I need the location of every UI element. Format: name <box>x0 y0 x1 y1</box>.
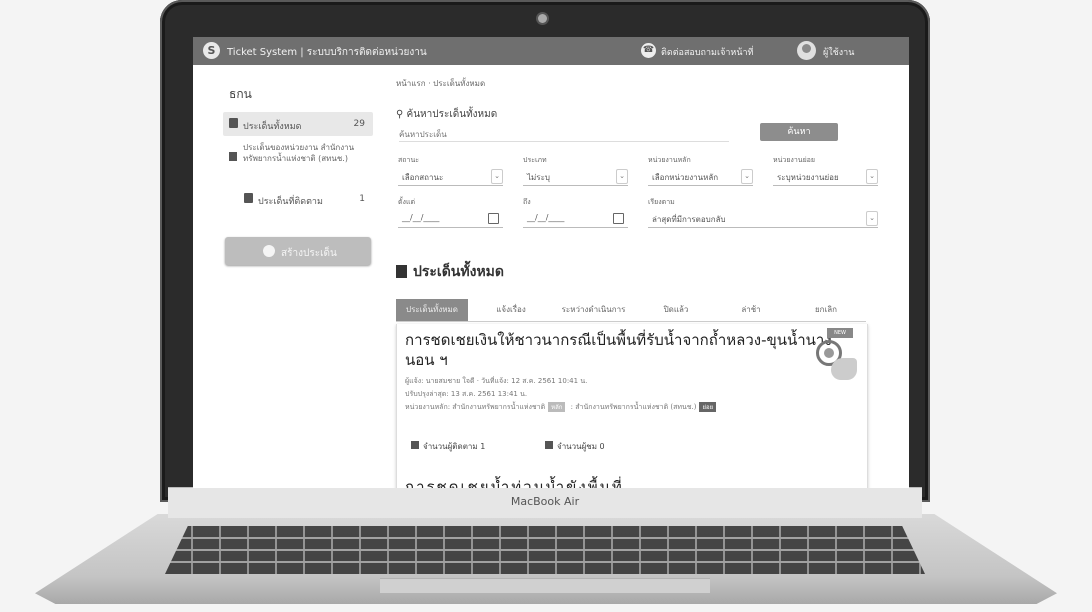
section-title-text: ประเด็นทั้งหมด <box>413 264 504 280</box>
calendar-icon[interactable] <box>488 213 499 224</box>
new-badge: NEW <box>827 328 853 338</box>
filter-type-select[interactable]: ไม่ระบุ ⌄ <box>523 167 628 186</box>
eye-icon <box>545 441 553 449</box>
followers-stat: จำนวนผู้ติดตาม 1 <box>411 440 485 453</box>
search-heading-text: ค้นหาประเด็นทั้งหมด <box>406 109 498 120</box>
calendar-icon[interactable] <box>613 213 624 224</box>
sidebar-brand: ธกน <box>229 87 252 101</box>
date-from-input[interactable]: __/__/____ <box>398 209 503 228</box>
sub-dept-tag: ย่อย <box>699 402 717 412</box>
main-dept-tag: หลัก <box>548 402 566 412</box>
document-icon <box>396 265 407 278</box>
chevron-down-icon[interactable]: ⌄ <box>491 169 503 184</box>
avatar[interactable] <box>797 41 816 60</box>
filter-main-dept-label: หน่วยงานหลัก <box>648 156 691 164</box>
date-to-input[interactable]: __/__/____ <box>523 209 628 228</box>
user-menu[interactable]: ผู้ใช้งาน <box>823 45 854 59</box>
sub-dept-text: สำนักงานทรัพยากรน้ำแห่งชาติ (สทนช.) <box>575 403 697 411</box>
sort-label: เรียงตาม <box>648 198 675 206</box>
phone-icon: ☎ <box>641 43 656 58</box>
trackpad <box>380 578 710 593</box>
new-issue-illustration-icon: NEW <box>807 328 863 384</box>
tab-in-progress[interactable]: ระหว่างดำเนินการ <box>551 299 636 321</box>
sidebar-item-label: ประเด็นทั้งหมด <box>243 122 302 132</box>
search-button[interactable]: ค้นหา <box>760 123 838 141</box>
search-input[interactable] <box>399 127 729 142</box>
count-badge: 29 <box>353 119 365 129</box>
sidebar-item-label: ประเด็นที่ติดตาม <box>258 197 323 207</box>
device-brand-label: MacBook Air <box>510 495 580 508</box>
tab-cancelled[interactable]: ยกเลิก <box>791 299 861 321</box>
main-dept-text: หน่วยงานหลัก: สำนักงานทรัพยากรน้ำแห่งชาต… <box>405 403 546 411</box>
next-issue-title[interactable]: การชดเชยน้ำท่วมน้ำขังพื้นที่ <box>405 475 624 488</box>
sort-select[interactable]: ล่าสุดที่มีการตอบกลับ ⌄ <box>648 209 878 228</box>
filter-status-select[interactable]: เลือกสถานะ ⌄ <box>398 167 503 186</box>
chevron-down-icon[interactable]: ⌄ <box>866 169 878 184</box>
sidebar-item-label: ประเด็นของหน่วยงาน สำนักงานทรัพยากรน้ำแห… <box>243 143 355 163</box>
app-logo-icon[interactable]: S <box>203 42 220 59</box>
count-badge: 1 <box>359 194 365 204</box>
tab-reported[interactable]: แจ้งเรื่อง <box>476 299 546 321</box>
breadcrumb[interactable]: หน้าแรก · ประเด็นทั้งหมด <box>396 77 485 90</box>
filter-value: เลือกหน่วยงานหลัก <box>652 173 719 182</box>
date-value: __/__/____ <box>402 213 440 222</box>
filter-main-dept-select[interactable]: เลือกหน่วยงานหลัก ⌄ <box>648 167 753 186</box>
filter-type-label: ประเภท <box>523 156 547 164</box>
filter-status-label: สถานะ <box>398 156 419 164</box>
sidebar-item-department-issues[interactable]: ประเด็นของหน่วยงาน สำนักงานทรัพยากรน้ำแห… <box>223 142 373 164</box>
filter-sub-dept-select[interactable]: ระบุหน่วยงานย่อย ⌄ <box>773 167 878 186</box>
app-title[interactable]: Ticket System | ระบบบริการติดต่อหน่วยงาน <box>227 45 427 60</box>
create-issue-label: สร้างประเด็น <box>281 248 337 259</box>
sidebar-item-following[interactable]: ประเด็นที่ติดตาม 1 <box>238 187 373 211</box>
date-from-label: ตั้งแต่ <box>398 198 416 206</box>
hotline-link[interactable]: ติดต่อสอบถามเจ้าหน้าที่ <box>661 45 753 59</box>
issue-card[interactable]: การชดเชยเงินให้ชาวนากรณีเป็นพื้นที่รับน้… <box>396 324 868 488</box>
issue-meta-departments: หน่วยงานหลัก: สำนักงานทรัพยากรน้ำแห่งชาต… <box>405 402 719 413</box>
views-text: จำนวนผู้ชม 0 <box>557 442 605 451</box>
plus-icon <box>263 245 275 257</box>
chevron-down-icon[interactable]: ⌄ <box>616 169 628 184</box>
filter-value: เลือกสถานะ <box>402 173 444 182</box>
create-issue-button[interactable]: สร้างประเด็น <box>225 237 371 265</box>
sidebar-item-all-issues[interactable]: ประเด็นทั้งหมด 29 <box>223 112 373 136</box>
chevron-down-icon[interactable]: ⌄ <box>741 169 753 184</box>
webcam <box>538 14 547 23</box>
tab-closed[interactable]: ปิดแล้ว <box>641 299 711 321</box>
screen: S Ticket System | ระบบบริการติดต่อหน่วยง… <box>193 37 909 488</box>
search-heading: ⚲ ค้นหาประเด็นทั้งหมด <box>396 109 498 120</box>
keyboard <box>165 526 925 574</box>
chevron-down-icon[interactable]: ⌄ <box>866 211 878 226</box>
views-stat: จำนวนผู้ชม 0 <box>545 440 605 453</box>
filter-sub-dept-label: หน่วยงานย่อย <box>773 156 815 164</box>
filter-value: ไม่ระบุ <box>527 173 550 182</box>
document-icon <box>229 152 237 161</box>
date-to-label: ถึง <box>523 198 531 206</box>
filter-value: ระบุหน่วยงานย่อย <box>777 173 839 182</box>
hand-pointer-icon <box>831 358 857 380</box>
followers-text: จำนวนผู้ติดตาม 1 <box>423 442 486 451</box>
tab-all[interactable]: ประเด็นทั้งหมด <box>396 299 468 321</box>
top-navbar: S Ticket System | ระบบบริการติดต่อหน่วยง… <box>193 37 909 65</box>
issue-meta-updated: ปรับปรุงล่าสุด: 13 ส.ค. 2561 13:41 น. <box>405 390 528 398</box>
sort-value: ล่าสุดที่มีการตอบกลับ <box>652 215 726 224</box>
status-tabs: ประเด็นทั้งหมด แจ้งเรื่อง ระหว่างดำเนินก… <box>396 299 866 322</box>
user-icon <box>411 441 419 449</box>
list-icon <box>244 193 253 203</box>
section-title: ประเด็นทั้งหมด <box>396 261 504 283</box>
issue-title[interactable]: การชดเชยเงินให้ชาวนากรณีเป็นพื้นที่รับน้… <box>405 330 835 370</box>
date-value: __/__/____ <box>527 213 565 222</box>
screen-bezel: MacBook Air <box>168 487 922 518</box>
issue-meta-reporter: ผู้แจ้ง: นายสมชาย ใจดี · วันที่แจ้ง: 12 … <box>405 377 588 385</box>
document-icon <box>229 118 238 128</box>
tab-overdue[interactable]: ล่าช้า <box>716 299 786 321</box>
